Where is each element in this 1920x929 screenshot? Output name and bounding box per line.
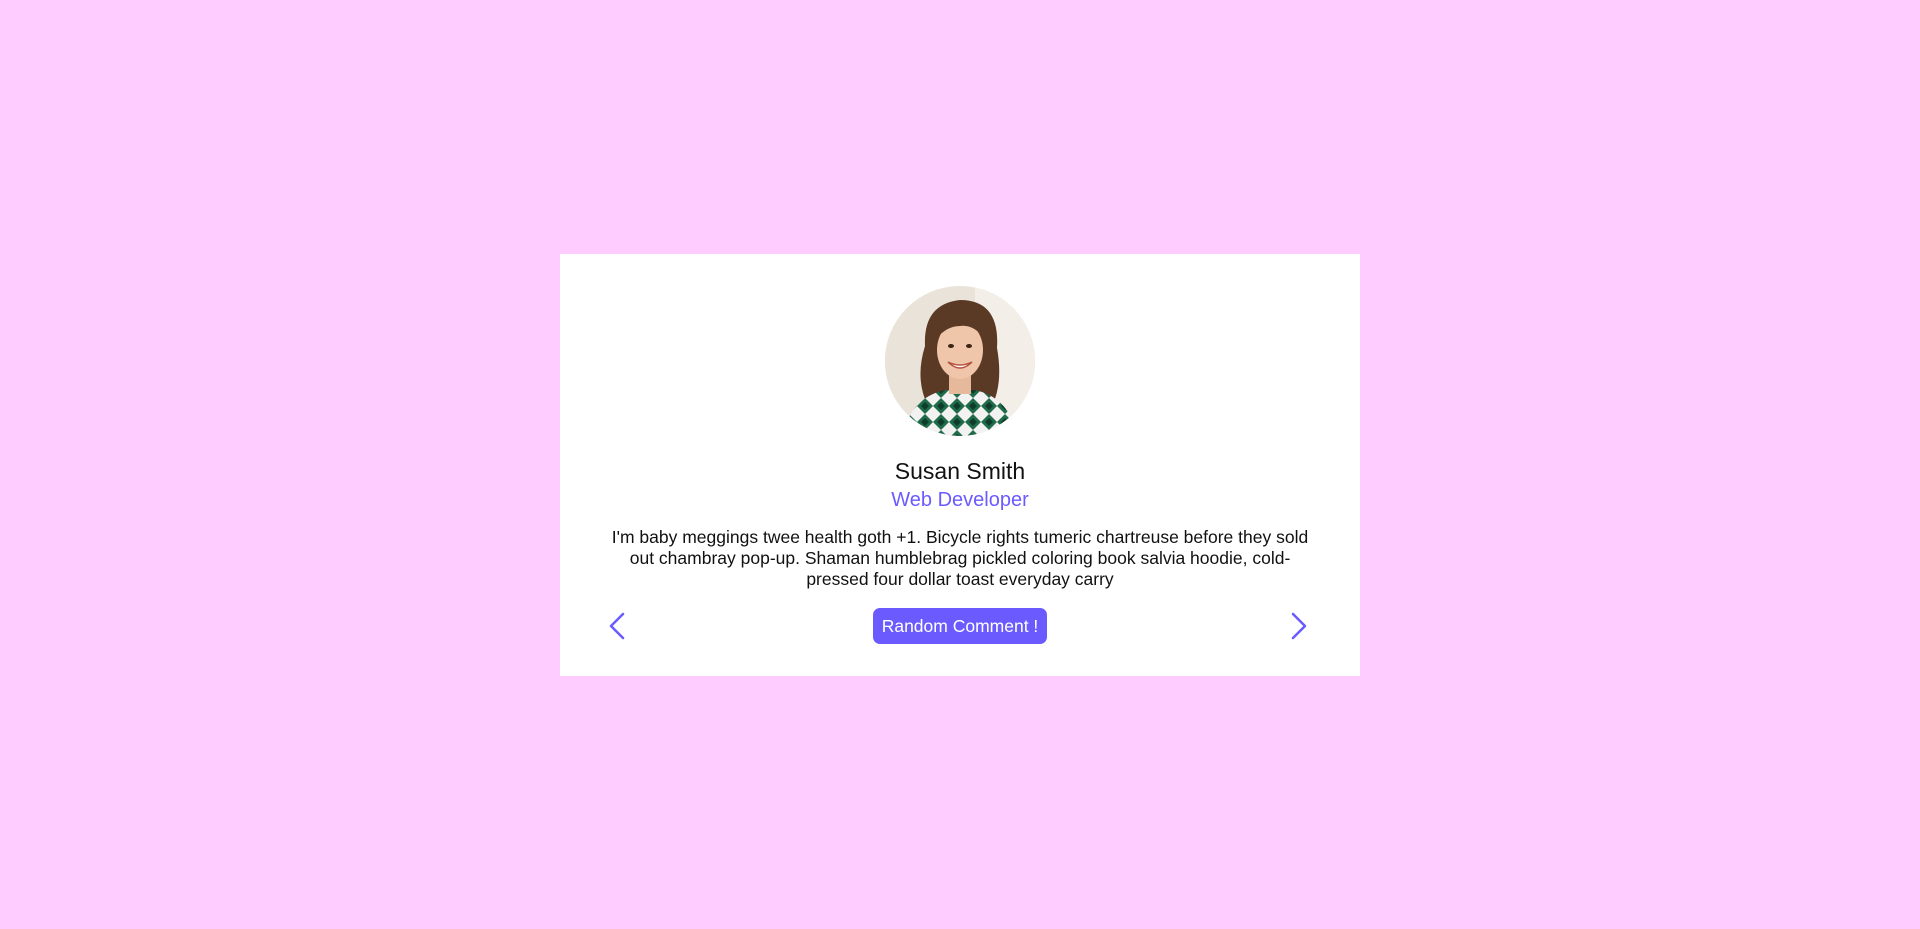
prev-button[interactable]: [602, 609, 636, 643]
random-comment-button[interactable]: Random Comment !: [873, 608, 1047, 644]
next-button[interactable]: [1280, 609, 1314, 643]
chevron-left-icon: [609, 612, 625, 640]
reviewer-name: Susan Smith: [894, 458, 1026, 484]
reviewer-job: Web Developer: [891, 489, 1029, 511]
chevron-right-icon: [1291, 612, 1307, 640]
review-card: Susan Smith Web Developer I'm baby meggi…: [560, 254, 1360, 676]
person-photo: [885, 286, 1035, 436]
avatar: [885, 286, 1035, 436]
review-text: I'm baby meggings twee health goth +1. B…: [611, 527, 1309, 589]
